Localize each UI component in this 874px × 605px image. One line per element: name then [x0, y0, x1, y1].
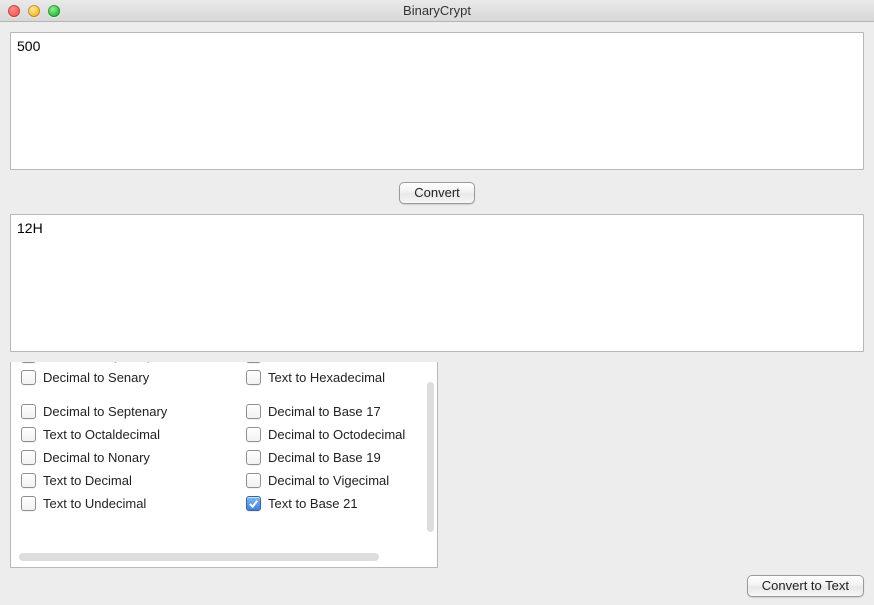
option-row[interactable]: Text to Base 21: [246, 492, 416, 515]
option-label: Text to Base 21: [268, 496, 358, 511]
option-row[interactable]: Decimal to Nonary: [21, 446, 246, 469]
option-row[interactable]: Text to Decimal: [21, 469, 246, 492]
checkbox-icon[interactable]: [246, 473, 261, 488]
option-row[interactable]: Decimal to Base 19: [246, 446, 416, 469]
window-controls: [0, 5, 60, 17]
option-label: Decimal to Vigecimal: [268, 473, 389, 488]
option-row[interactable]: Decimal to Septenary: [21, 400, 246, 423]
input-textarea[interactable]: [10, 32, 864, 170]
checkbox-icon[interactable]: [21, 473, 36, 488]
convert-row: Convert: [10, 170, 864, 214]
option-row[interactable]: Decimal to Senary: [21, 366, 246, 389]
checkbox-icon[interactable]: [246, 362, 261, 363]
option-label: Decimal to Senary: [43, 370, 149, 385]
option-label: Decimal to Base 19: [268, 450, 381, 465]
convert-button[interactable]: Convert: [399, 182, 475, 204]
output-textarea[interactable]: [10, 214, 864, 352]
checkbox-icon[interactable]: [21, 450, 36, 465]
option-label: Decimal to Base 17: [268, 404, 381, 419]
horizontal-scrollbar[interactable]: [19, 553, 379, 561]
checkbox-checked-icon[interactable]: [246, 496, 261, 511]
content-area: Convert Decimal to Quinary Decimal to Pe…: [0, 22, 874, 605]
option-row[interactable]: Text to Undecimal: [21, 492, 246, 515]
options-panel: Decimal to Quinary Decimal to Pentadecim…: [10, 362, 438, 568]
option-label: Text to Undecimal: [43, 496, 146, 511]
vertical-scrollbar[interactable]: [427, 382, 434, 532]
checkbox-icon[interactable]: [21, 370, 36, 385]
option-row[interactable]: Decimal to Vigecimal: [246, 469, 416, 492]
checkbox-icon[interactable]: [246, 370, 261, 385]
option-label: Decimal to Nonary: [43, 450, 150, 465]
option-row[interactable]: Text to Hexadecimal: [246, 366, 416, 389]
option-label: Text to Octaldecimal: [43, 427, 160, 442]
option-row[interactable]: Decimal to Base 17: [246, 400, 416, 423]
close-icon[interactable]: [8, 5, 20, 17]
checkbox-icon[interactable]: [21, 404, 36, 419]
checkbox-icon[interactable]: [246, 427, 261, 442]
option-label: Text to Decimal: [43, 473, 132, 488]
option-label: Decimal to Septenary: [43, 404, 167, 419]
option-row[interactable]: Decimal to Octodecimal: [246, 423, 416, 446]
zoom-icon[interactable]: [48, 5, 60, 17]
checkbox-icon[interactable]: [21, 496, 36, 511]
titlebar: BinaryCrypt: [0, 0, 874, 22]
checkbox-icon[interactable]: [246, 404, 261, 419]
minimize-icon[interactable]: [28, 5, 40, 17]
window-title: BinaryCrypt: [0, 3, 874, 18]
checkbox-icon[interactable]: [246, 450, 261, 465]
option-label: Decimal to Octodecimal: [268, 427, 405, 442]
option-row[interactable]: Text to Octaldecimal: [21, 423, 246, 446]
option-label: Text to Hexadecimal: [268, 370, 385, 385]
checkbox-icon[interactable]: [21, 362, 36, 363]
options-scroll[interactable]: Decimal to Quinary Decimal to Pentadecim…: [11, 362, 437, 515]
convert-to-text-button[interactable]: Convert to Text: [747, 575, 864, 597]
checkbox-icon[interactable]: [21, 427, 36, 442]
